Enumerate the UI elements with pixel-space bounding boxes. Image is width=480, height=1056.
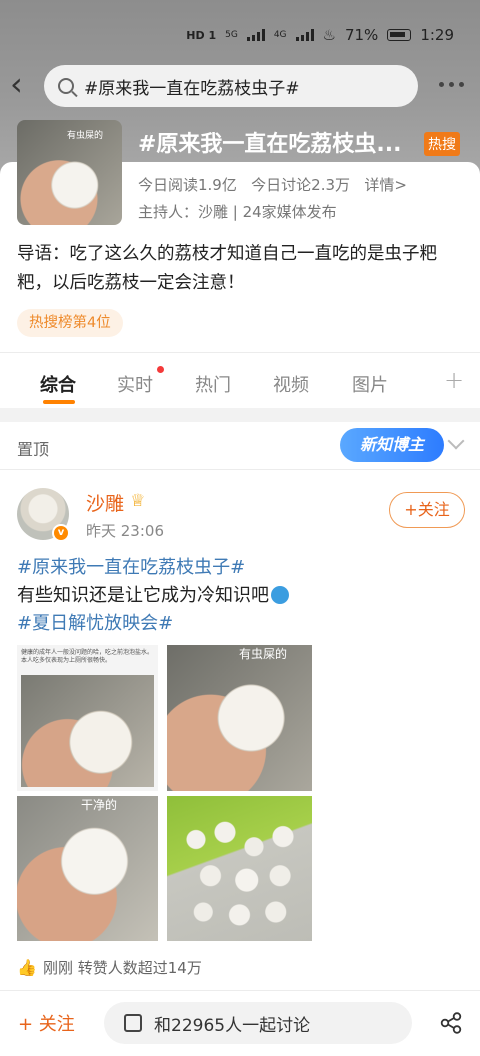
follow-button[interactable]: +关注 — [389, 492, 465, 528]
image-caption: 健康的成年人一般没问题的哈，吃之前泡泡盐水。本人吃多仅表现为上厕所很畅快。 — [21, 649, 154, 664]
post-text: #原来我一直在吃荔枝虫子# 有些知识还是让它成为冷知识吧 #夏日解忧放映会# — [17, 554, 467, 638]
active-tab-indicator — [43, 400, 75, 404]
discuss-input[interactable]: 和22965人一起讨论 — [104, 1002, 412, 1044]
signal-icon — [246, 29, 265, 41]
hashtag-link-2[interactable]: #夏日解忧放映会# — [17, 610, 467, 638]
discuss-placeholder: 和22965人一起讨论 — [154, 1015, 311, 1036]
pinned-row[interactable]: 置顶 新知博主 — [0, 422, 480, 469]
post-image-1[interactable]: 健康的成年人一般没问题的哈，吃之前泡泡盐水。本人吃多仅表现为上厕所很畅快。 — [17, 645, 158, 791]
topic-thumbnail[interactable]: 有虫屎的 — [17, 120, 122, 225]
signal-4g-label: 4G — [273, 30, 287, 40]
image-label: 有虫屎的 — [239, 647, 288, 661]
topic-title: #原来我一直在吃荔枝虫... — [138, 132, 402, 157]
image-label-2: 干净的 — [81, 798, 118, 812]
hot-badge: 热搜 — [424, 132, 460, 156]
details-link[interactable]: 详情> — [364, 176, 407, 194]
crown-icon: ♕ — [130, 491, 146, 511]
thumbs-up-icon: 👍 — [17, 957, 37, 977]
repost-summary[interactable]: 👍 刚刚 转赞人数超过14万 — [17, 957, 202, 978]
reads-count: 今日阅读1.9亿 — [138, 176, 237, 194]
tab-images[interactable]: 图片 — [352, 371, 388, 397]
signal-5g-label: 5G — [225, 30, 238, 40]
verified-icon: v — [52, 524, 70, 542]
search-icon — [58, 78, 74, 94]
new-dot-indicator — [157, 366, 164, 373]
tab-realtime[interactable]: 实时 — [117, 371, 153, 397]
share-icon[interactable] — [440, 1012, 462, 1034]
more-options-icon[interactable] — [439, 82, 464, 87]
tab-video[interactable]: 视频 — [273, 371, 309, 397]
author-name[interactable]: 沙雕 — [86, 489, 124, 516]
search-box[interactable]: #原来我一直在吃荔枝虫子# — [44, 65, 418, 107]
signal-icon-2 — [295, 29, 314, 41]
post-time: 昨天 23:06 — [86, 522, 164, 540]
post-image-2[interactable]: 有虫屎的 — [167, 645, 312, 791]
thumb-label: 有虫屎的 — [67, 131, 104, 141]
new-knowledge-blogger-badge[interactable]: 新知博主 — [340, 428, 444, 462]
bottom-follow-button[interactable]: + 关注 — [18, 1010, 75, 1036]
bell-icon: ♨ — [322, 26, 336, 44]
status-bar: HD 1 5G 4G ♨ 71% 1:29 — [0, 0, 480, 70]
post-image-4[interactable] — [167, 796, 312, 941]
edit-icon — [124, 1014, 142, 1032]
clock: 1:29 — [420, 26, 454, 44]
doraemon-emoji-icon — [271, 586, 289, 604]
topic-stats: 今日阅读1.9亿 今日讨论2.3万 详情> — [138, 174, 407, 195]
battery-percent: 71% — [344, 26, 379, 44]
add-tab-icon[interactable]: + — [444, 366, 464, 394]
topic-intro: 导语：吃了这么久的荔枝才知道自己一直吃的是虫子粑粑，以后吃荔枝一定会注意！ — [17, 244, 437, 293]
battery-icon — [387, 29, 412, 41]
chevron-down-icon[interactable] — [447, 432, 465, 450]
repost-text: 刚刚 转赞人数超过14万 — [43, 959, 202, 977]
top-bar: ‹ #原来我一直在吃荔枝虫子# — [0, 62, 480, 110]
network-indicator: HD 1 — [186, 28, 217, 42]
hashtag-link[interactable]: #原来我一直在吃荔枝虫子# — [17, 554, 467, 582]
post-line: 有些知识还是让它成为冷知识吧 — [17, 585, 269, 606]
topic-host: 主持人：沙雕 | 24家媒体发布 — [138, 203, 337, 221]
tabs-divider — [0, 352, 480, 353]
back-arrow-icon[interactable]: ‹ — [10, 68, 40, 100]
discussion-count: 今日讨论2.3万 — [251, 176, 351, 194]
lychee-photo — [21, 675, 154, 787]
tab-hot[interactable]: 热门 — [195, 371, 231, 397]
tab-comprehensive[interactable]: 综合 — [40, 371, 76, 397]
hot-rank-pill[interactable]: 热搜榜第4位 — [17, 309, 123, 337]
search-query: #原来我一直在吃荔枝虫子# — [84, 78, 300, 99]
pinned-label: 置顶 — [17, 440, 50, 459]
post-image-3[interactable]: 干净的 — [17, 796, 158, 941]
